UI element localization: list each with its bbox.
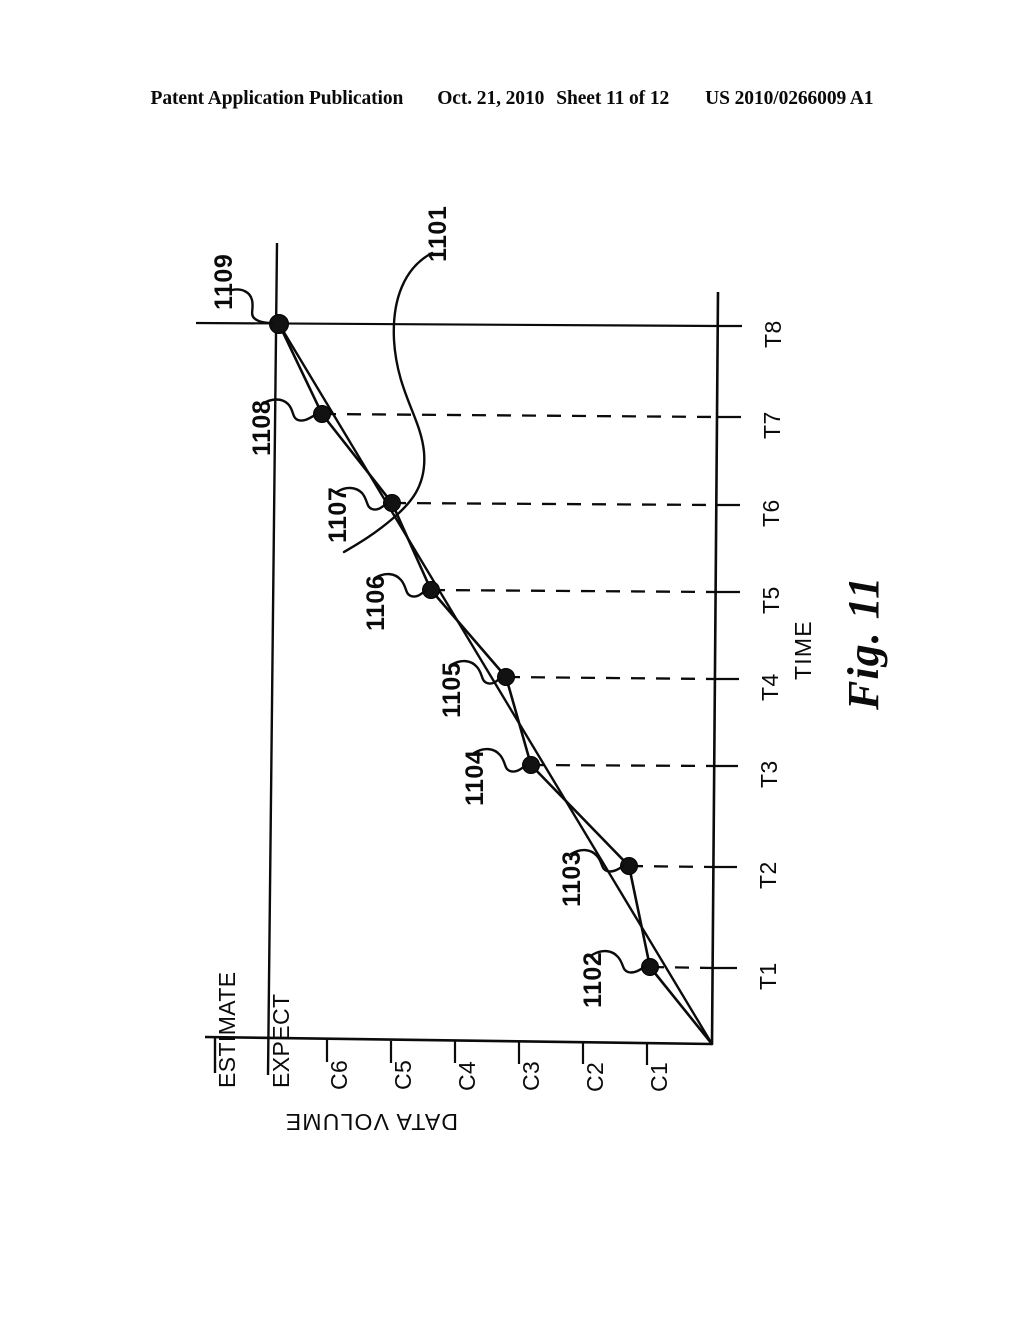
- dashed-projection-t5: [430, 588, 717, 594]
- tick-label-t2: T2: [755, 861, 781, 889]
- reference-numeral-1106: 1106: [362, 574, 390, 631]
- axis-label-c6: C6: [326, 1059, 352, 1090]
- axis-label-estimate: ESTIMATE: [214, 971, 240, 1088]
- dashed-projection-t1: [649, 965, 714, 970]
- tick-label-t6: T6: [758, 499, 784, 527]
- dashed-projection-t4: [505, 675, 716, 681]
- reference-numeral-1101: 1101: [424, 205, 452, 262]
- axis-label-expect: EXPECT: [268, 993, 294, 1088]
- tick-label-t1: T1: [755, 962, 781, 990]
- reference-numeral-1102: 1102: [579, 951, 607, 1008]
- tick-label-t4: T4: [757, 673, 783, 701]
- dashed-projection-t2: [628, 864, 714, 869]
- tick-label-t8: T8: [760, 320, 786, 348]
- figure-caption: Fig. 11: [839, 575, 888, 710]
- axis-title-time: TIME: [790, 620, 816, 680]
- reference-numeral-1103: 1103: [558, 850, 586, 907]
- linear-reference-line: [277, 323, 714, 1045]
- patent-page: Patent Application Publication Oct. 21, …: [0, 0, 1024, 1320]
- tick-label-t5: T5: [758, 586, 784, 614]
- reference-numeral-1108: 1108: [248, 399, 276, 456]
- time-axis-line: [710, 291, 720, 1045]
- reference-numeral-1107: 1107: [324, 486, 352, 543]
- dashed-projection-t6: [391, 501, 717, 507]
- dashed-projection-t7: [321, 412, 718, 419]
- reference-numeral-1109: 1109: [210, 253, 238, 310]
- axis-label-c4: C4: [454, 1060, 480, 1091]
- reference-numeral-1104: 1104: [461, 749, 489, 806]
- dashed-projection-t3: [530, 763, 715, 768]
- data-point-t7: [313, 405, 331, 423]
- axis-label-c5: C5: [390, 1059, 416, 1090]
- tick-label-t3: T3: [756, 760, 782, 788]
- axis-label-c1: C1: [646, 1061, 672, 1092]
- reference-numeral-1105: 1105: [438, 661, 466, 718]
- figure-11-drawing: ESTIMATE EXPECT C6 C5 C4 C3 C2 C1 DATA V…: [0, 0, 1024, 1320]
- gridline-expect: [266, 242, 279, 1076]
- tick-label-t7: T7: [759, 411, 785, 439]
- axis-label-c2: C2: [582, 1061, 608, 1092]
- axis-title-data-volume: DATA VOLUME: [284, 1109, 458, 1135]
- axis-label-c3: C3: [518, 1060, 544, 1091]
